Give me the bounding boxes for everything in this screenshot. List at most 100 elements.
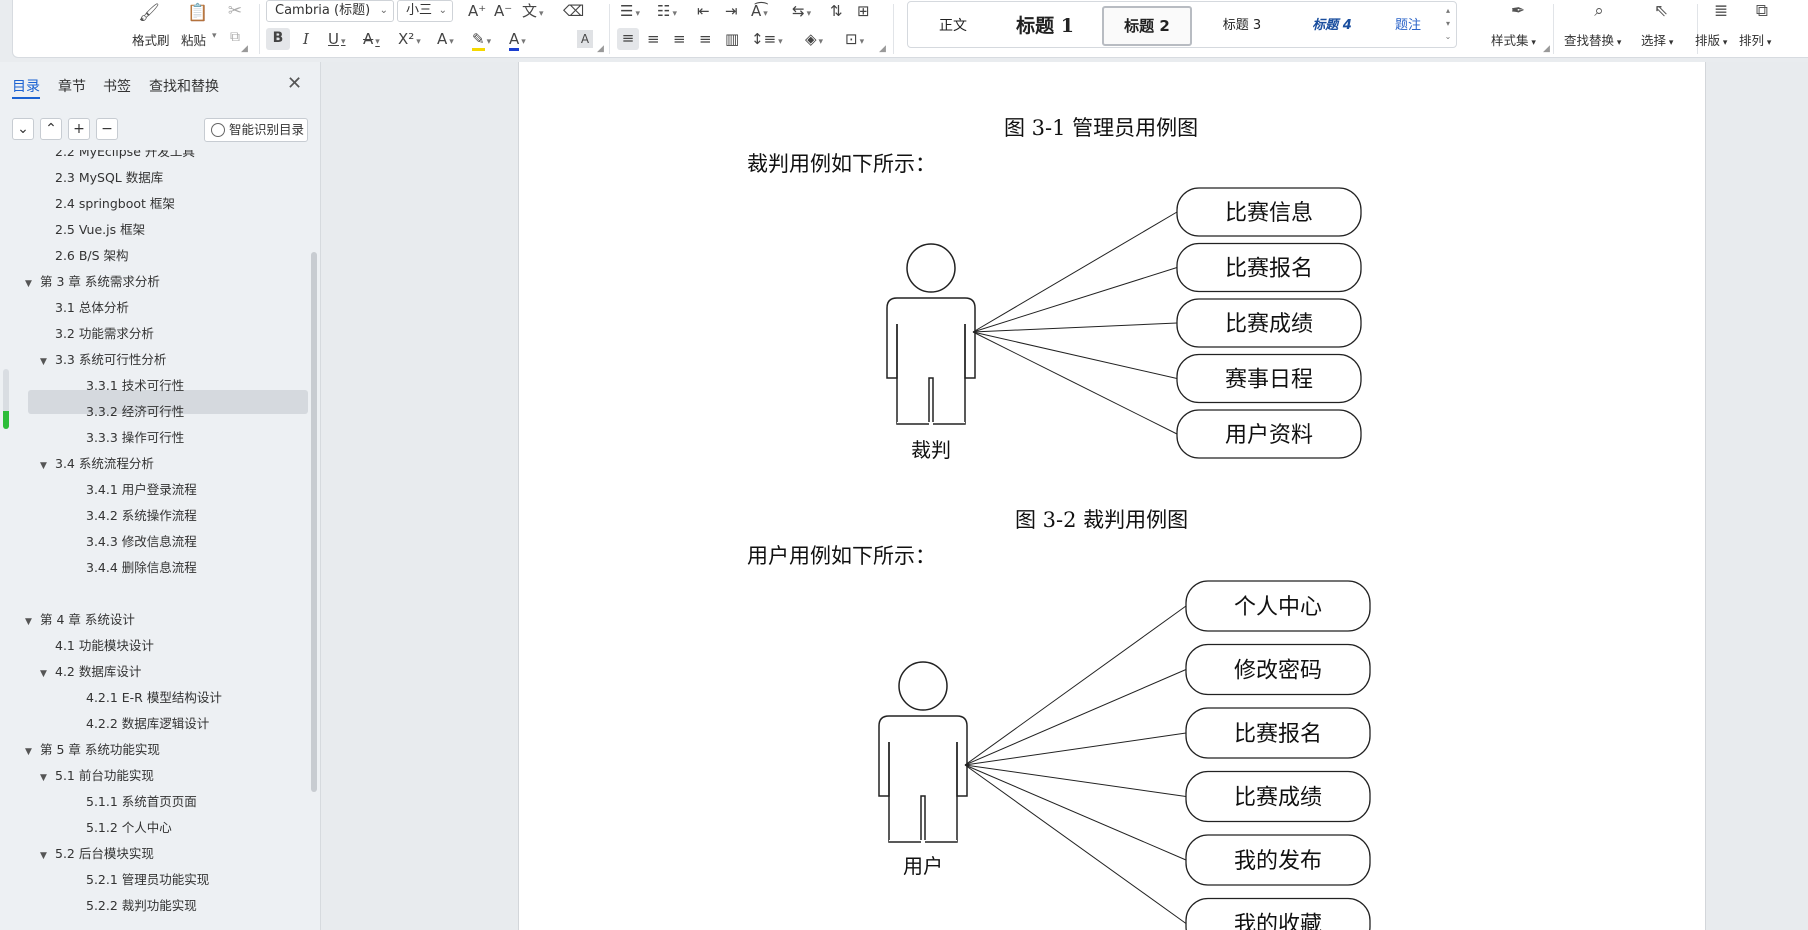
expand-toggle-icon[interactable]: ▼ xyxy=(25,610,33,634)
superscript-button[interactable]: X² ▾ xyxy=(398,29,421,49)
paste-label[interactable]: 粘贴 xyxy=(181,30,206,49)
decrease-indent-icon[interactable]: ⇤ xyxy=(697,1,710,21)
cut-icon[interactable]: ✂ xyxy=(224,0,246,22)
toc-item[interactable]: 5.1.2 个人中心 xyxy=(86,816,172,840)
toc-item[interactable]: 3.3.2 经济可行性 xyxy=(86,400,184,424)
toc-item[interactable]: 2.4 springboot 框架 xyxy=(55,192,175,216)
style-heading-1[interactable]: 标题 1 xyxy=(1000,8,1090,44)
tab-bookmarks[interactable]: 书签 xyxy=(103,76,131,96)
format-painter-label[interactable]: 格式刷 xyxy=(132,30,170,49)
shrink-font-icon[interactable]: A⁻ xyxy=(494,1,512,21)
toc-item[interactable]: 4.2.1 E-R 模型结构设计 xyxy=(86,686,222,710)
toc-scrollbar[interactable] xyxy=(311,252,317,792)
sort-icon[interactable]: ⇅ xyxy=(830,1,843,21)
numbering-icon[interactable]: ☷ ▾ xyxy=(657,1,677,21)
tab-chapters[interactable]: 章节 xyxy=(58,76,86,96)
style-heading-3[interactable]: 标题 3 xyxy=(1208,8,1276,44)
toc-item[interactable]: 3.4.3 修改信息流程 xyxy=(86,530,197,554)
find-replace-label[interactable]: 查找替换 ▾ xyxy=(1564,30,1621,49)
toc-item[interactable]: 4.1 功能模块设计 xyxy=(55,634,154,658)
layout-label[interactable]: 排版 ▾ xyxy=(1695,30,1727,49)
clear-format-icon[interactable]: ⌫ xyxy=(563,1,584,21)
font-dialog-launcher-icon[interactable]: ◢ xyxy=(597,44,604,54)
expand-toggle-icon[interactable]: ▼ xyxy=(40,350,48,374)
expand-toggle-icon[interactable]: ▼ xyxy=(40,662,48,686)
style-heading-4[interactable]: 标题 4 xyxy=(1292,8,1372,44)
style-set-label[interactable]: 样式集 ▾ xyxy=(1491,30,1536,49)
expand-toggle-icon[interactable]: ▼ xyxy=(40,454,48,478)
paragraph-dialog-launcher-icon[interactable]: ◢ xyxy=(879,44,886,54)
toc-item[interactable]: ▼ 第 3 章 系统需求分析 xyxy=(25,270,160,294)
format-painter-icon[interactable]: 🖌 xyxy=(138,2,160,24)
highlight-color-button[interactable]: ✎ ▾ xyxy=(472,29,491,51)
toc-item[interactable]: 2.5 Vue.js 框架 xyxy=(55,218,145,242)
document-page[interactable]: 图 3-1 管理员用例图 裁判用例如下所示： 图 3-2 裁判用例图 用户用例如… xyxy=(518,62,1706,930)
toc-item[interactable]: 3.3.1 技术可行性 xyxy=(86,374,184,398)
toc-item[interactable]: 2.3 MySQL 数据库 xyxy=(55,166,163,190)
toc-item[interactable]: 3.4.1 用户登录流程 xyxy=(86,478,197,502)
style-body[interactable]: 正文 xyxy=(922,8,984,44)
shading-button[interactable]: ◈ ▾ xyxy=(805,29,823,49)
styles-scroll-arrows[interactable]: ▴ ▾ ⌄ xyxy=(1443,4,1453,43)
text-direction-icon[interactable]: ⇆ ▾ xyxy=(792,1,811,21)
toc-item[interactable]: 2.6 B/S 架构 xyxy=(55,244,129,268)
toc-item[interactable]: 3.2 功能需求分析 xyxy=(55,322,154,346)
character-shading-button[interactable]: A xyxy=(577,30,593,48)
toc-item[interactable]: 3.1 总体分析 xyxy=(55,296,129,320)
expand-toggle-icon[interactable]: ▼ xyxy=(25,740,33,764)
align-left-button[interactable]: ≡ xyxy=(617,28,639,50)
tab-toc[interactable]: 目录 xyxy=(12,76,40,96)
toc-item[interactable]: 5.2.2 裁判功能实现 xyxy=(86,894,197,918)
align-right-button[interactable]: ≡ xyxy=(673,29,686,49)
expand-all-button[interactable]: ⌄ xyxy=(12,118,34,140)
toc-item[interactable]: 3.4.2 系统操作流程 xyxy=(86,504,197,528)
underline-button[interactable]: U ▾ xyxy=(328,29,346,49)
style-heading-2[interactable]: 标题 2 xyxy=(1102,6,1192,46)
text-effects-button[interactable]: A ▾ xyxy=(437,29,454,49)
toc-item[interactable]: ▼ 第 4 章 系统设计 xyxy=(25,608,135,632)
collapse-all-button[interactable]: ⌃ xyxy=(40,118,62,140)
toc-item[interactable]: ▼ 3.3 系统可行性分析 xyxy=(40,348,166,372)
select-cursor-icon[interactable]: ⇖ xyxy=(1650,0,1672,22)
expand-toggle-icon[interactable]: ▼ xyxy=(25,272,33,296)
smart-toc-button[interactable]: 智能识别目录 xyxy=(204,118,308,142)
bold-button[interactable]: B xyxy=(266,28,290,50)
remove-heading-button[interactable]: − xyxy=(96,118,118,140)
distributed-button[interactable]: ▥ xyxy=(725,29,739,49)
select-label[interactable]: 选择 ▾ xyxy=(1641,30,1673,49)
toc-item[interactable]: ▼ 5.2 后台模块实现 xyxy=(40,842,154,866)
toc-item[interactable]: ▼ 3.4 系统流程分析 xyxy=(40,452,154,476)
show-marks-icon[interactable]: ⊞ xyxy=(857,1,870,21)
toc-item[interactable]: 3.4.4 删除信息流程 xyxy=(86,556,197,580)
toc-item[interactable]: 3.3.3 操作可行性 xyxy=(86,426,184,450)
toc-item[interactable]: 5.1.1 系统首页页面 xyxy=(86,790,197,814)
font-name-select[interactable]: Cambria (标题) ⌄ xyxy=(266,0,394,22)
toc-item[interactable]: ▼ 5.1 前台功能实现 xyxy=(40,764,154,788)
justify-button[interactable]: ≡ xyxy=(699,29,712,49)
expand-toggle-icon[interactable]: ▼ xyxy=(40,766,48,790)
style-set-icon[interactable]: ✒ xyxy=(1507,0,1529,22)
paste-dropdown-icon[interactable]: ▾ xyxy=(212,31,217,41)
bullets-icon[interactable]: ☰ ▾ xyxy=(620,1,640,21)
search-icon[interactable]: ⌕ xyxy=(1588,0,1610,22)
align-center-button[interactable]: ≡ xyxy=(647,29,660,49)
toc-item[interactable]: 2.2 MyEclipse 开发工具 xyxy=(55,150,195,164)
styles-dialog-launcher-icon[interactable]: ◢ xyxy=(1543,44,1550,54)
line-spacing-button[interactable]: ↕≡ ▾ xyxy=(751,29,783,49)
font-color-button[interactable]: A ▾ xyxy=(509,29,526,51)
grow-font-icon[interactable]: A⁺ xyxy=(468,1,486,21)
font-size-select[interactable]: 小三 ⌄ xyxy=(397,0,453,22)
layout-icon[interactable]: ≣ xyxy=(1710,0,1732,22)
toc-item[interactable]: ▼ 第 5 章 系统功能实现 xyxy=(25,738,160,762)
paste-icon[interactable]: 📋 xyxy=(187,2,209,24)
chinese-layout-icon[interactable]: A͡ ▾ xyxy=(751,1,768,21)
strikethrough-button[interactable]: A ▾ xyxy=(363,29,380,49)
phonetic-guide-icon[interactable]: 文 ▾ xyxy=(522,1,544,21)
arrange-icon[interactable]: ⧉ xyxy=(1751,0,1773,22)
expand-toggle-icon[interactable]: ▼ xyxy=(40,844,48,868)
increase-indent-icon[interactable]: ⇥ xyxy=(725,1,738,21)
toc-item[interactable]: ▼ 4.2 数据库设计 xyxy=(40,660,141,684)
add-heading-button[interactable]: + xyxy=(68,118,90,140)
tab-find-replace[interactable]: 查找和替换 xyxy=(149,76,219,96)
toc-item[interactable]: 4.2.2 数据库逻辑设计 xyxy=(86,712,209,736)
